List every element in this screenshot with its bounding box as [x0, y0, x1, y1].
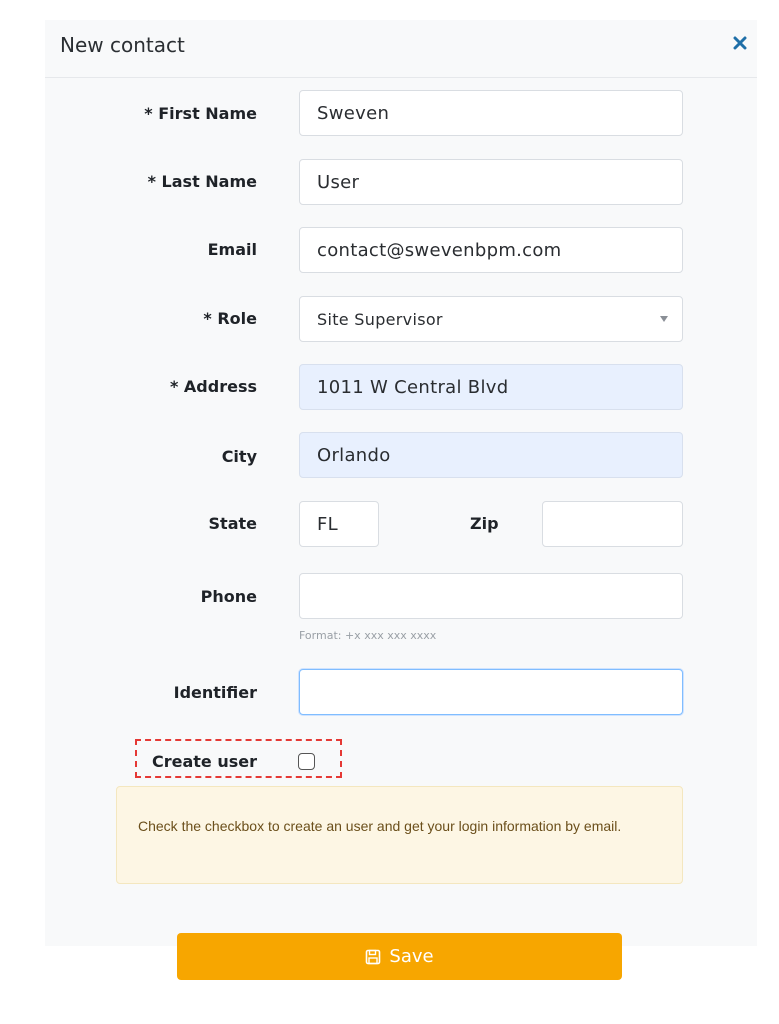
- zip-input[interactable]: [542, 501, 683, 547]
- identifier-input[interactable]: [299, 669, 683, 715]
- state-input[interactable]: FL: [299, 501, 379, 547]
- first-name-label: * First Name: [144, 104, 257, 123]
- dialog-title: New contact: [60, 33, 185, 57]
- create-user-label: Create user: [152, 752, 258, 771]
- phone-label: Phone: [200, 587, 257, 606]
- city-input[interactable]: Orlando: [299, 432, 683, 478]
- save-icon: [366, 949, 381, 964]
- zip-label: Zip: [470, 514, 499, 533]
- dropdown-caret-icon: [660, 316, 668, 322]
- role-label: * Role: [203, 309, 257, 328]
- close-icon[interactable]: [733, 36, 747, 50]
- first-name-input[interactable]: Sweven: [299, 90, 683, 136]
- phone-input[interactable]: [299, 573, 683, 619]
- dialog-header: New contact: [45, 20, 757, 78]
- create-user-checkbox[interactable]: [298, 753, 315, 770]
- info-alert-text: Check the checkbox to create an user and…: [138, 818, 622, 834]
- role-select[interactable]: Site Supervisor: [299, 296, 683, 342]
- role-select-value: Site Supervisor: [317, 309, 443, 329]
- city-label: City: [221, 447, 257, 466]
- info-alert: Check the checkbox to create an user and…: [116, 786, 683, 884]
- phone-format-hint: Format: +x xxx xxx xxxx: [299, 629, 437, 642]
- save-label: Save: [389, 946, 434, 967]
- email-input[interactable]: contact@swevenbpm.com: [299, 227, 683, 273]
- state-label: State: [208, 514, 257, 533]
- identifier-label: Identifier: [173, 683, 257, 702]
- email-label: Email: [207, 240, 257, 259]
- save-button[interactable]: Save: [177, 933, 622, 980]
- last-name-label: * Last Name: [147, 172, 257, 191]
- address-input[interactable]: 1011 W Central Blvd: [299, 364, 683, 410]
- last-name-input[interactable]: User: [299, 159, 683, 205]
- address-label: * Address: [169, 377, 257, 396]
